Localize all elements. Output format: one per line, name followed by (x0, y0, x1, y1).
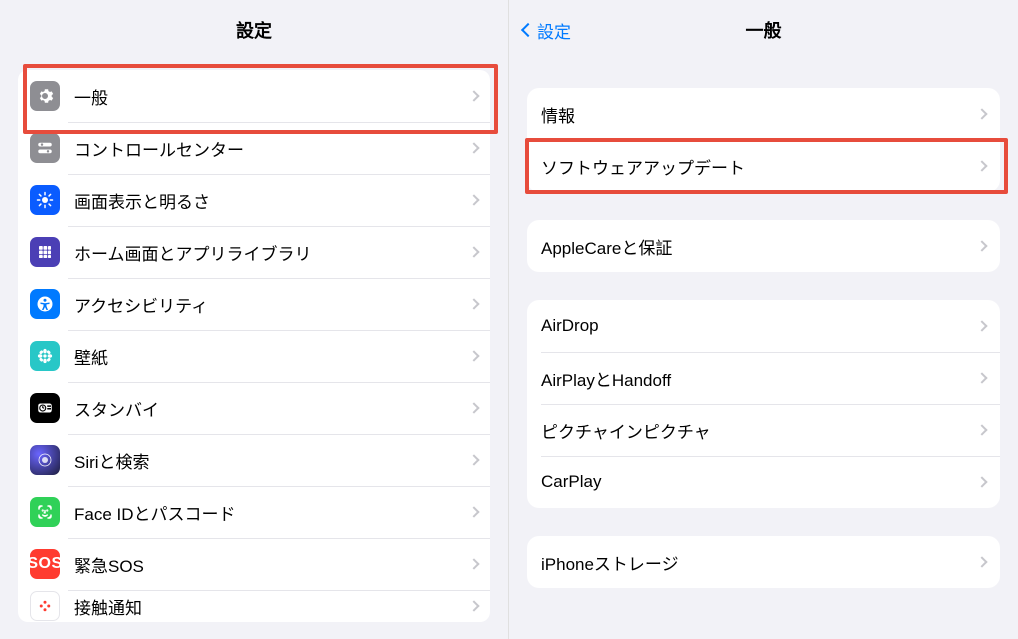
chevron-right-icon (976, 108, 987, 119)
chevron-right-icon (976, 556, 987, 567)
group-about: 情報 ソフトウェアアップデート (527, 88, 1000, 192)
chevron-right-icon (976, 240, 987, 251)
row-wallpaper[interactable]: 壁紙 (18, 330, 490, 382)
chevron-right-icon (976, 320, 987, 331)
settings-root-pane: 設定 一般 コントロールセンター 画面表示と明るさ (0, 0, 509, 639)
row-label: CarPlay (541, 472, 978, 492)
clock-icon (30, 393, 60, 423)
row-faceid[interactable]: Face IDとパスコード (18, 486, 490, 538)
chevron-right-icon (468, 558, 479, 569)
row-siri[interactable]: Siriと検索 (18, 434, 490, 486)
row-airdrop[interactable]: AirDrop (527, 300, 1000, 352)
chevron-right-icon (468, 194, 479, 205)
chevron-right-icon (468, 298, 479, 309)
row-label: 緊急SOS (74, 552, 470, 577)
row-accessibility[interactable]: アクセシビリティ (18, 278, 490, 330)
row-label: ピクチャインピクチャ (541, 418, 978, 443)
row-label: Face IDとパスコード (74, 500, 470, 525)
apps-grid-icon (30, 237, 60, 267)
row-label: ホーム画面とアプリライブラリ (74, 240, 470, 265)
chevron-right-icon (468, 142, 479, 153)
chevron-right-icon (976, 372, 987, 383)
row-label: アクセシビリティ (74, 292, 470, 317)
row-label: スタンバイ (74, 396, 470, 421)
chevron-right-icon (976, 424, 987, 435)
back-button[interactable]: 設定 (523, 0, 571, 60)
chevron-right-icon (468, 454, 479, 465)
row-label: 一般 (74, 84, 470, 109)
row-home-screen[interactable]: ホーム画面とアプリライブラリ (18, 226, 490, 278)
page-title: 設定 (0, 0, 508, 60)
chevron-right-icon (976, 160, 987, 171)
detail-header: 設定 一般 (509, 0, 1018, 60)
accessibility-icon (30, 289, 60, 319)
settings-title: 設定 (236, 17, 272, 43)
chevron-right-icon (976, 476, 987, 487)
row-about[interactable]: 情報 (527, 88, 1000, 140)
siri-icon (30, 445, 60, 475)
row-label: AirDrop (541, 316, 978, 336)
row-applecare[interactable]: AppleCareと保証 (527, 220, 1000, 272)
row-label: 画面表示と明るさ (74, 188, 470, 213)
row-control-center[interactable]: コントロールセンター (18, 122, 490, 174)
chevron-right-icon (468, 350, 479, 361)
row-standby[interactable]: スタンバイ (18, 382, 490, 434)
chevron-left-icon (521, 23, 535, 37)
flower-icon (30, 341, 60, 371)
row-label: AppleCareと保証 (541, 234, 978, 259)
general-detail-pane: 設定 一般 情報 ソフトウェアアップデート AppleCareと保証 AirDr… (509, 0, 1018, 639)
row-label: コントロールセンター (74, 136, 470, 161)
row-display[interactable]: 画面表示と明るさ (18, 174, 490, 226)
row-sos[interactable]: SOS 緊急SOS (18, 538, 490, 590)
row-exposure[interactable]: 接触通知 (18, 590, 490, 622)
row-label: 接触通知 (74, 594, 470, 619)
switches-icon (30, 133, 60, 163)
chevron-right-icon (468, 90, 479, 101)
row-storage[interactable]: iPhoneストレージ (527, 536, 1000, 588)
exposure-icon (30, 591, 60, 621)
group-airdrop: AirDrop AirPlayとHandoff ピクチャインピクチャ CarPl… (527, 300, 1000, 508)
sos-icon: SOS (30, 549, 60, 579)
group-storage: iPhoneストレージ (527, 536, 1000, 588)
chevron-right-icon (468, 402, 479, 413)
back-label: 設定 (537, 18, 571, 43)
chevron-right-icon (468, 600, 479, 611)
row-label: Siriと検索 (74, 448, 470, 473)
row-carplay[interactable]: CarPlay (527, 456, 1000, 508)
faceid-icon (30, 497, 60, 527)
row-airplay[interactable]: AirPlayとHandoff (527, 352, 1000, 404)
row-software-update[interactable]: ソフトウェアアップデート (527, 140, 1000, 192)
row-label: iPhoneストレージ (541, 550, 978, 575)
row-label: AirPlayとHandoff (541, 366, 978, 391)
row-label: ソフトウェアアップデート (541, 154, 978, 179)
group-applecare: AppleCareと保証 (527, 220, 1000, 272)
sos-text: SOS (27, 555, 62, 573)
page-title: 一般 (746, 17, 782, 43)
sun-icon (30, 185, 60, 215)
row-label: 壁紙 (74, 344, 470, 369)
row-label: 情報 (541, 102, 978, 127)
chevron-right-icon (468, 506, 479, 517)
row-general[interactable]: 一般 (18, 70, 490, 122)
chevron-right-icon (468, 246, 479, 257)
gear-icon (30, 81, 60, 111)
settings-list: 一般 コントロールセンター 画面表示と明るさ ホーム画面とアプリライブラリ (18, 70, 490, 622)
row-pip[interactable]: ピクチャインピクチャ (527, 404, 1000, 456)
